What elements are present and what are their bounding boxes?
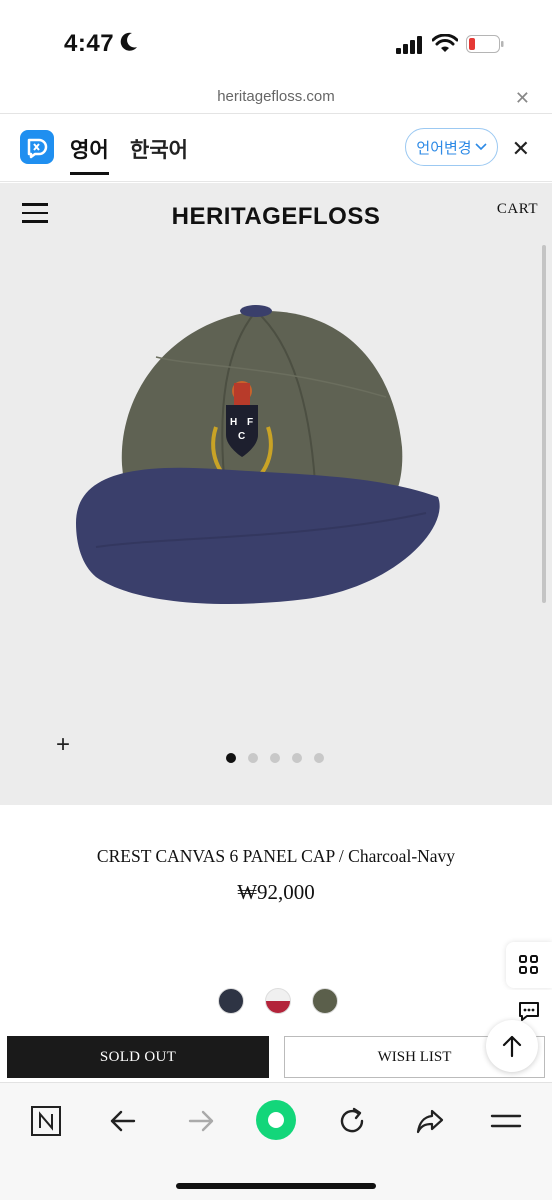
gallery-dot[interactable] — [270, 753, 280, 763]
wifi-icon — [432, 34, 458, 52]
svg-text:F: F — [247, 417, 253, 428]
product-price: ₩92,000 — [237, 880, 315, 904]
tab-source-language[interactable]: 영어 — [70, 134, 109, 175]
refresh-icon[interactable] — [336, 1105, 368, 1137]
battery-low-icon — [466, 35, 504, 53]
chevron-down-icon — [475, 143, 487, 151]
gallery-dot[interactable] — [248, 753, 258, 763]
product-title: CREST CANVAS 6 PANEL CAP / Charcoal-Navy — [96, 846, 456, 866]
color-swatch-olive[interactable] — [312, 988, 338, 1014]
product-image-gallery[interactable]: HERITAGEFLOSS CART H F C + — [0, 183, 552, 805]
cart-link[interactable]: CART — [497, 201, 538, 218]
product-cap-image: H F C — [76, 305, 440, 604]
change-language-label: 언어변경 — [416, 139, 472, 157]
green-dot-home-icon[interactable] — [255, 1099, 297, 1141]
color-swatch-navy[interactable] — [218, 988, 244, 1014]
gallery-dot[interactable] — [292, 753, 302, 763]
close-icon[interactable]: ✕ — [515, 88, 530, 109]
sold-out-button[interactable]: SOLD OUT — [7, 1036, 269, 1078]
translate-logo-icon — [20, 130, 54, 164]
gallery-dot[interactable] — [314, 753, 324, 763]
brand-logo[interactable]: HERITAGEFLOSS — [0, 203, 552, 231]
share-icon[interactable] — [414, 1105, 446, 1137]
naver-home-icon[interactable] — [30, 1105, 62, 1137]
back-arrow-icon[interactable] — [108, 1105, 138, 1137]
status-bar: 4:47 — [0, 0, 552, 84]
gallery-pagination[interactable] — [226, 753, 324, 763]
grid-view-icon[interactable] — [506, 942, 552, 988]
zoom-plus-icon[interactable]: + — [56, 731, 70, 759]
url-text[interactable]: heritagefloss.com — [0, 88, 552, 105]
tab-target-language[interactable]: 한국어 — [130, 134, 188, 164]
browser-toolbar — [0, 1082, 552, 1200]
cellular-signal-icon — [396, 36, 422, 54]
status-time: 4:47 — [64, 30, 115, 57]
change-language-button[interactable]: 언어변경 — [405, 128, 498, 166]
arrow-up-icon — [502, 1035, 522, 1058]
svg-text:H: H — [230, 417, 237, 428]
forward-arrow-icon[interactable] — [186, 1105, 216, 1137]
moon-icon — [120, 32, 137, 51]
close-translate-icon[interactable]: ✕ — [512, 136, 530, 162]
scrollbar[interactable] — [542, 245, 546, 603]
gallery-dot[interactable] — [226, 753, 236, 763]
url-bar[interactable]: heritagefloss.com ✕ — [0, 84, 552, 114]
color-swatch-white-red[interactable] — [265, 988, 291, 1014]
home-indicator — [176, 1183, 376, 1189]
color-swatches — [218, 988, 338, 1014]
translate-bar: 영어 한국어 언어변경 ✕ — [0, 114, 552, 182]
svg-text:C: C — [238, 431, 245, 442]
scroll-to-top-button[interactable] — [486, 1020, 538, 1072]
menu-lines-icon[interactable] — [490, 1105, 522, 1137]
